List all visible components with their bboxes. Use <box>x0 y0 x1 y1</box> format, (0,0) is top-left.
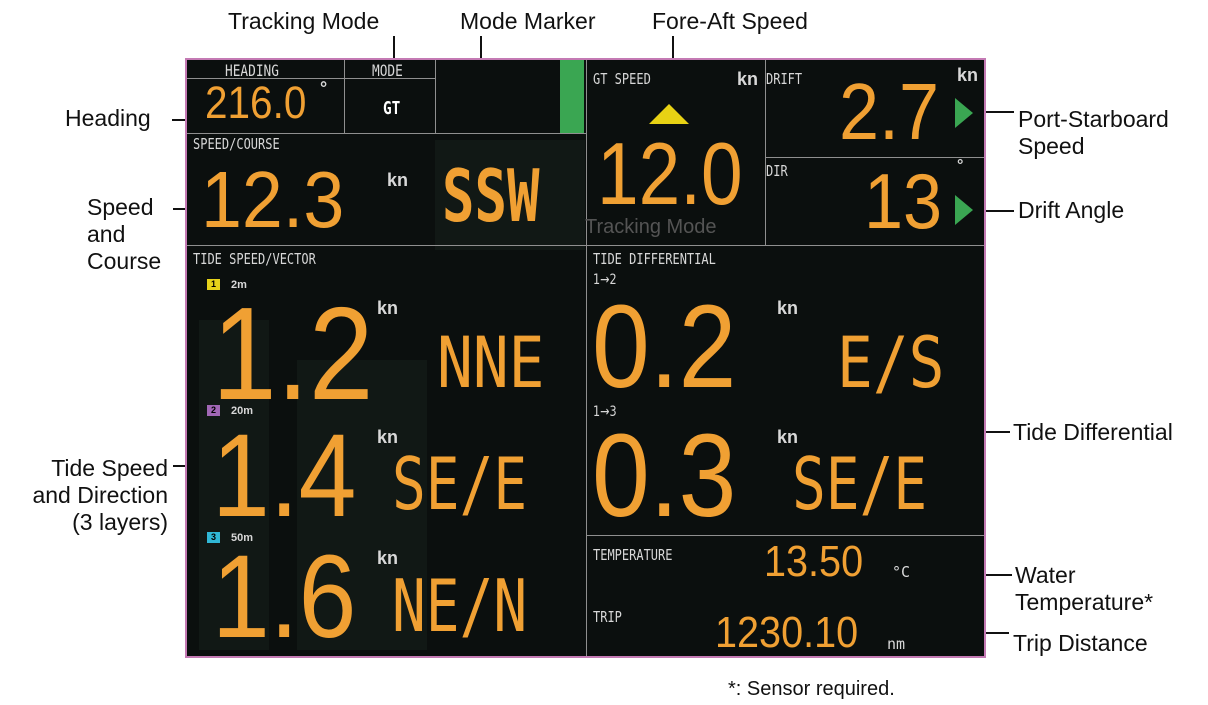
layer-1-unit: kn <box>377 298 399 318</box>
port-starboard-arrow-icon <box>955 98 973 128</box>
divider <box>344 60 345 133</box>
callout-trip-distance: Trip Distance <box>1013 630 1148 656</box>
layer-1-direction: NNE <box>437 322 545 404</box>
diff-1-direction: E/S <box>837 322 945 404</box>
callout-speed-course-line1: Speed <box>87 194 154 220</box>
diff-2-speed: 0.3 <box>592 410 737 542</box>
gt-speed-label: GT SPEED <box>593 70 651 88</box>
callout-speed-course-line3: Course <box>87 248 162 274</box>
divider <box>187 133 586 134</box>
speed-course-label: SPEED/COURSE <box>193 135 280 153</box>
callout-port-starboard-line1: Port-Starboard <box>1018 106 1169 132</box>
divider <box>586 60 587 656</box>
dir-label: DIR <box>766 162 788 180</box>
footnote: *: Sensor required. <box>728 678 895 700</box>
drift-angle-arrow-icon <box>955 195 973 225</box>
callout-water-temperature: Water Temperature* <box>1015 562 1153 616</box>
callout-port-starboard-speed: Port-Starboard Speed <box>1018 106 1169 160</box>
diff-1-speed: 0.2 <box>592 281 737 413</box>
temperature-unit: °C <box>892 563 911 581</box>
tide-diff-label: TIDE DIFFERENTIAL <box>593 250 716 268</box>
layer-3-speed: 1.6 <box>212 531 357 658</box>
drift-value: 2.7 <box>839 67 940 156</box>
fore-aft-arrow-icon <box>649 104 689 124</box>
callout-tide-speed-line1: Tide Speed <box>51 455 168 481</box>
dir-unit: ° <box>957 157 964 174</box>
callout-tide-differential: Tide Differential <box>1013 419 1173 445</box>
dir-value: 13 <box>864 157 943 245</box>
diff-1-unit: kn <box>777 298 799 318</box>
callout-drift-angle: Drift Angle <box>1018 197 1125 223</box>
temperature-label: TEMPERATURE <box>593 546 673 564</box>
watermark-text: Tracking Mode <box>585 216 717 238</box>
callout-fore-aft-speed: Fore-Aft Speed <box>652 8 808 34</box>
drift-label: DRIFT <box>766 70 803 88</box>
gt-speed-unit: kn <box>737 69 759 89</box>
heading-degree-unit: ° <box>320 78 328 98</box>
speed-unit: kn <box>387 170 409 190</box>
trip-value: 1230.10 <box>715 608 859 657</box>
temperature-value: 13.50 <box>764 537 864 586</box>
display-screen: HEADING 216.0 ° MODE GT SPEED/COURSE 12.… <box>185 58 986 658</box>
callout-tide-speed-line2: and Direction <box>32 482 168 508</box>
trip-label: TRIP <box>593 608 622 626</box>
callout-tracking-mode: Tracking Mode <box>228 8 380 34</box>
callout-tide-speed-direction: Tide Speed and Direction (3 layers) <box>10 455 168 536</box>
callout-water-temp-line2: Temperature* <box>1015 589 1154 615</box>
callout-mode-marker: Mode Marker <box>460 8 596 34</box>
tide-speed-label: TIDE SPEED/VECTOR <box>193 250 316 268</box>
layer-3-direction: NE/N <box>392 564 528 648</box>
callout-water-temp-line1: Water <box>1015 562 1076 588</box>
divider <box>435 60 436 133</box>
heading-value: 216.0 <box>205 77 307 128</box>
mode-value: GT <box>383 98 401 119</box>
course-value: SSW <box>442 154 540 238</box>
callout-port-starboard-line2: Speed <box>1018 133 1085 159</box>
callout-speed-course: Speed and Course <box>87 194 161 275</box>
gt-speed-value: 12.0 <box>597 124 743 223</box>
drift-unit: kn <box>957 65 979 85</box>
layer-1-speed: 1.2 <box>212 280 374 427</box>
divider <box>187 245 984 246</box>
speed-value: 12.3 <box>201 155 345 244</box>
mode-label: MODE <box>372 61 403 80</box>
layer-2-speed: 1.4 <box>212 410 357 542</box>
callout-tide-speed-line3: (3 layers) <box>72 509 168 535</box>
callout-speed-course-line2: and <box>87 221 126 247</box>
layer-2-direction: SE/E <box>392 442 528 526</box>
trip-unit: nm <box>887 635 906 653</box>
mode-marker <box>560 60 584 133</box>
callout-heading: Heading <box>65 105 151 131</box>
diff-2-direction: SE/E <box>792 442 928 526</box>
